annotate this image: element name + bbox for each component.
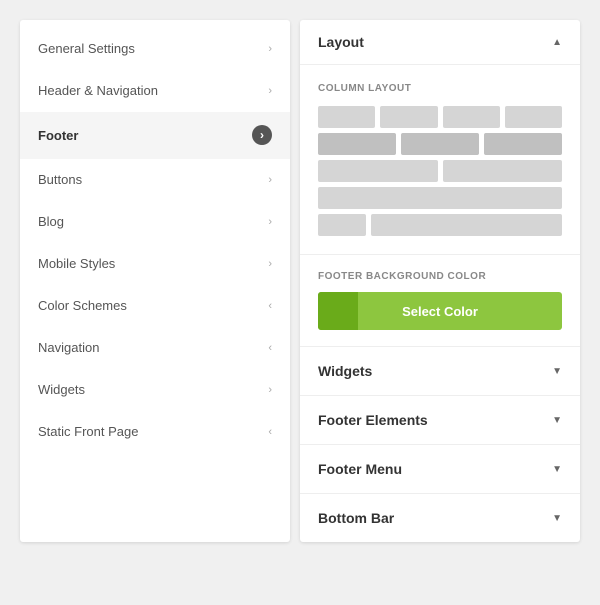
chevron-right-icon: ›	[268, 216, 272, 228]
column-layout-label: COLUMN LAYOUT	[318, 83, 562, 94]
layout-section-header[interactable]: Layout ▲	[300, 20, 580, 65]
accordion-widgets[interactable]: Widgets ▼	[300, 347, 580, 396]
chevron-right-icon: ›	[268, 85, 272, 97]
sidebar-item-blog[interactable]: Blog ›	[20, 201, 290, 243]
layout-content: COLUMN LAYOUT	[300, 65, 580, 255]
col-block[interactable]	[443, 106, 500, 128]
col-block[interactable]	[380, 106, 437, 128]
right-panel: Layout ▲ COLUMN LAYOUT	[300, 20, 580, 542]
sidebar-item-navigation[interactable]: Navigation ‹	[20, 327, 290, 369]
sidebar-item-static-front-page[interactable]: Static Front Page ‹	[20, 411, 290, 453]
chevron-down-icon: ▼	[552, 513, 562, 524]
col-block[interactable]	[371, 214, 562, 236]
col-block[interactable]	[318, 214, 366, 236]
sidebar-item-footer[interactable]: Footer ›	[20, 112, 290, 159]
col-block-full[interactable]	[318, 187, 562, 209]
footer-bg-section: FOOTER BACKGROUND COLOR Select Color	[300, 255, 580, 347]
chevron-down-icon: ‹	[268, 342, 272, 354]
accordion-bottom-bar[interactable]: Bottom Bar ▼	[300, 494, 580, 542]
sidebar-item-widgets[interactable]: Widgets ›	[20, 369, 290, 411]
col-row-5	[318, 214, 562, 236]
chevron-right-icon: ›	[268, 384, 272, 396]
chevron-down-icon: ▼	[552, 464, 562, 475]
sidebar: General Settings › Header & Navigation ›…	[20, 20, 290, 542]
sidebar-item-general-settings[interactable]: General Settings ›	[20, 28, 290, 70]
column-grid	[318, 106, 562, 236]
select-color-button[interactable]: Select Color	[318, 292, 562, 330]
sidebar-item-mobile-styles[interactable]: Mobile Styles ›	[20, 243, 290, 285]
chevron-right-icon: ›	[268, 174, 272, 186]
col-block[interactable]	[505, 106, 562, 128]
col-block-selected[interactable]	[318, 133, 396, 155]
col-block-selected[interactable]	[401, 133, 479, 155]
chevron-down-icon: ‹	[268, 426, 272, 438]
accordion-footer-elements[interactable]: Footer Elements ▼	[300, 396, 580, 445]
app-container: General Settings › Header & Navigation ›…	[20, 20, 580, 542]
select-color-label: Select Color	[402, 304, 478, 319]
col-row-2	[318, 133, 562, 155]
chevron-right-active-icon: ›	[252, 125, 272, 145]
layout-title: Layout	[318, 34, 364, 50]
col-row-4	[318, 187, 562, 209]
col-block-selected[interactable]	[484, 133, 562, 155]
sidebar-item-color-schemes[interactable]: Color Schemes ‹	[20, 285, 290, 327]
chevron-down-icon: ▼	[552, 366, 562, 377]
chevron-right-icon: ›	[268, 258, 272, 270]
col-block[interactable]	[318, 106, 375, 128]
chevron-down-icon: ▼	[552, 415, 562, 426]
col-row-3	[318, 160, 562, 182]
col-block[interactable]	[443, 160, 563, 182]
chevron-right-icon: ›	[268, 43, 272, 55]
collapse-icon: ▲	[552, 37, 562, 48]
sidebar-item-header-navigation[interactable]: Header & Navigation ›	[20, 70, 290, 112]
sidebar-item-buttons[interactable]: Buttons ›	[20, 159, 290, 201]
footer-bg-label: FOOTER BACKGROUND COLOR	[318, 271, 562, 282]
col-block[interactable]	[318, 160, 438, 182]
col-row-1	[318, 106, 562, 128]
accordion-footer-menu[interactable]: Footer Menu ▼	[300, 445, 580, 494]
chevron-down-icon: ‹	[268, 300, 272, 312]
